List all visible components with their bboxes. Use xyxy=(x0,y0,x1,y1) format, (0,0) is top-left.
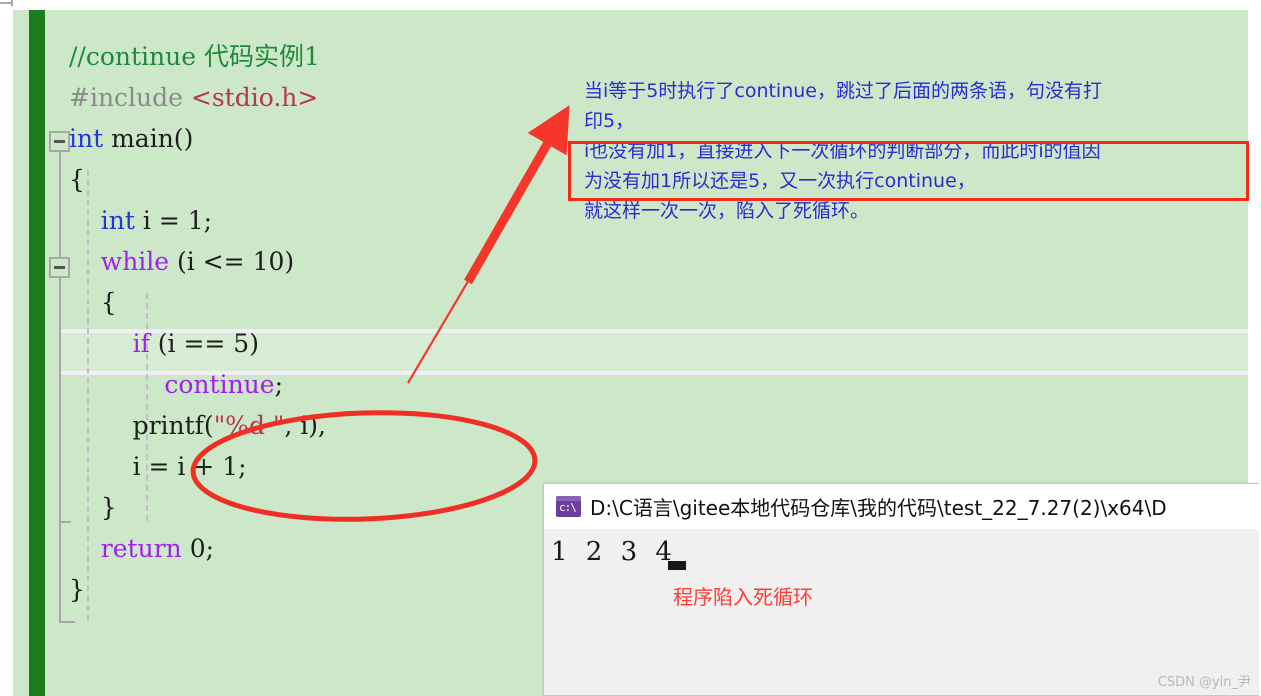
annotation-line: 为没有加1所以还是5，又一次执行continue， xyxy=(584,170,976,192)
code-token: int xyxy=(69,124,104,153)
code-text[interactable]: //continue 代码实例1 #include <stdio.h> int ma… xyxy=(69,36,326,610)
code-token: int xyxy=(100,206,135,235)
code-line[interactable]: } xyxy=(69,569,326,610)
console-cursor xyxy=(668,561,686,570)
code-line[interactable]: //continue 代码实例1 xyxy=(69,36,326,77)
code-token: } xyxy=(69,493,117,522)
code-token: ; xyxy=(274,370,284,399)
annotation-line: i也没有加1，直接进入下一次循环的判断部分，而此时i的值因 xyxy=(584,140,1101,162)
code-token: 0; xyxy=(181,534,215,563)
console-annotation-note: 程序陷入死循环 xyxy=(673,585,813,609)
annotation-text: 当i等于5时执行了continue，跳过了后面的两条语，句没有打 印5， i也没有加… xyxy=(584,76,1252,226)
code-token: { xyxy=(69,288,117,317)
code-token: continue xyxy=(164,370,275,399)
watermark: CSDN @yin_尹 xyxy=(1157,675,1251,690)
code-token: i = 1; xyxy=(134,206,213,235)
page-corner-mark-vertical xyxy=(11,0,13,6)
code-line[interactable]: } xyxy=(69,487,326,528)
console-title-text: D:\C语言\gitee本地代码仓库\我的代码\test_22_7.27(2)\… xyxy=(590,496,1167,520)
modified-lines-indicator xyxy=(29,10,45,696)
code-token: #include xyxy=(69,83,191,112)
code-line[interactable]: if (i == 5) xyxy=(69,323,326,364)
fold-toggle-while[interactable] xyxy=(49,257,70,278)
code-line[interactable]: int i = 1; xyxy=(69,200,326,241)
code-line[interactable]: #include <stdio.h> xyxy=(69,77,326,118)
code-line[interactable]: { xyxy=(69,282,326,323)
code-line[interactable]: return 0; xyxy=(69,528,326,569)
code-token: i = i + 1; xyxy=(69,452,247,481)
code-token: while xyxy=(100,247,170,276)
code-token: (i <= 10) xyxy=(169,247,295,276)
console-icon: c:\ xyxy=(556,496,581,517)
console-window[interactable]: c:\ D:\C语言\gitee本地代码仓库\我的代码\test_22_7.27… xyxy=(543,483,1261,696)
code-token: (i == 5) xyxy=(149,329,259,358)
fold-guide-while xyxy=(59,278,61,521)
code-token: "%d " xyxy=(213,411,285,440)
code-token: <stdio.h> xyxy=(190,83,319,112)
console-output-area[interactable]: 1 2 3 4 程序陷入死循环 xyxy=(544,529,1261,695)
code-line[interactable]: int main() xyxy=(69,118,326,159)
code-line[interactable]: { xyxy=(69,159,326,200)
console-output-text: 1 2 3 4 xyxy=(551,537,677,567)
code-token: } xyxy=(69,575,85,604)
annotation-line: 印5， xyxy=(584,110,635,132)
code-token: //continue 代码实例1 xyxy=(69,42,320,71)
code-line[interactable]: continue; xyxy=(69,364,326,405)
code-token: , i), xyxy=(284,411,326,440)
annotation-line: 当i等于5时执行了continue，跳过了后面的两条语，句没有打 xyxy=(584,80,1102,102)
code-token: printf( xyxy=(69,411,214,440)
code-token: main() xyxy=(103,124,194,153)
code-line[interactable]: printf("%d ", i), xyxy=(69,405,326,446)
annotation-line: 就这样一次一次，陷入了死循环。 xyxy=(584,200,870,222)
console-icon-glyph: c:\ xyxy=(559,501,577,514)
code-line[interactable]: i = i + 1; xyxy=(69,446,326,487)
console-title-bar[interactable]: c:\ D:\C语言\gitee本地代码仓库\我的代码\test_22_7.27… xyxy=(544,484,1261,529)
code-token: if xyxy=(132,329,150,358)
screenshot-root: //continue 代码实例1 #include <stdio.h> int ma… xyxy=(0,0,1261,696)
code-token: { xyxy=(69,165,85,194)
code-line[interactable]: while (i <= 10) xyxy=(69,241,326,282)
code-token: return xyxy=(100,534,182,563)
fold-toggle-main[interactable] xyxy=(49,131,70,152)
fold-guide-main-upper xyxy=(59,152,61,257)
